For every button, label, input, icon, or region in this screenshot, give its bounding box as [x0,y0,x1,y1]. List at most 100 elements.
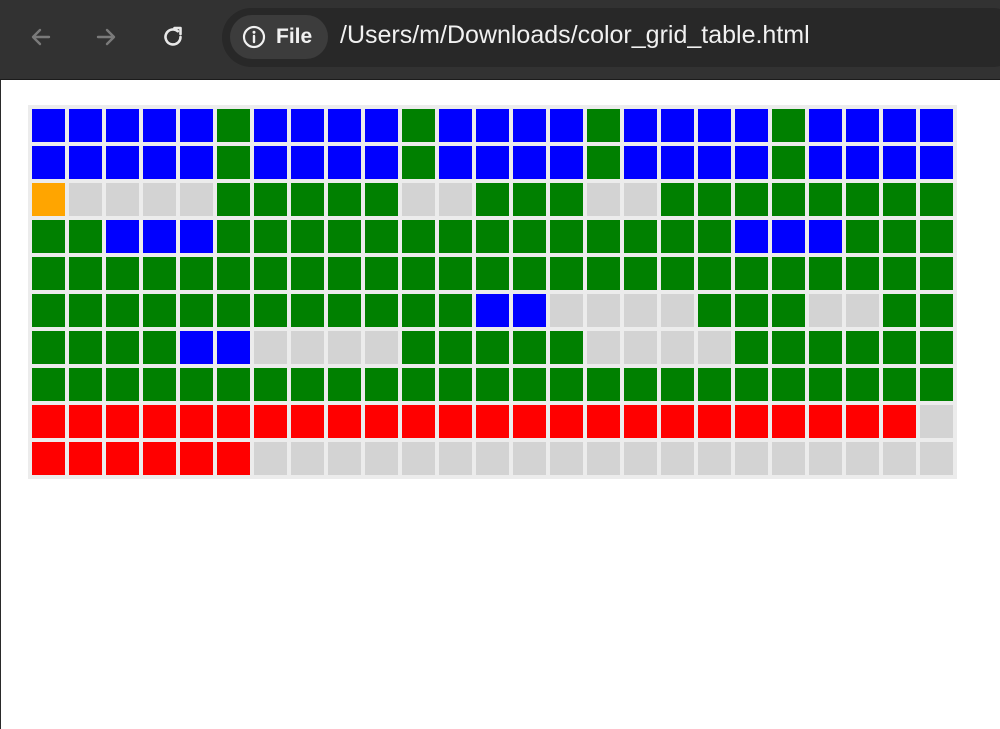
grid-row [32,109,953,142]
grid-cell [254,257,287,290]
grid-cell [661,294,694,327]
grid-cell [661,109,694,142]
grid-cell [846,183,879,216]
grid-cell [883,331,916,364]
grid-cell [846,146,879,179]
grid-cell [254,220,287,253]
grid-cell [254,442,287,475]
grid-cell [254,368,287,401]
grid-cell [439,220,472,253]
grid-cell [402,405,435,438]
grid-cell [291,183,324,216]
grid-cell [772,368,805,401]
grid-cell [920,146,953,179]
grid-cell [439,294,472,327]
grid-cell [106,368,139,401]
grid-cell [402,109,435,142]
grid-cell [217,109,250,142]
grid-cell [32,331,65,364]
grid-cell [513,331,546,364]
grid-cell [883,368,916,401]
grid-cell [883,294,916,327]
grid-cell [513,294,546,327]
grid-cell [476,183,509,216]
grid-cell [698,257,731,290]
grid-cell [624,368,657,401]
grid-cell [772,146,805,179]
grid-cell [69,109,102,142]
grid-cell [513,146,546,179]
grid-cell [550,331,583,364]
grid-cell [809,331,842,364]
grid-cell [328,109,361,142]
grid-cell [624,257,657,290]
grid-cell [180,442,213,475]
grid-cell [69,294,102,327]
grid-cell [661,146,694,179]
grid-cell [69,257,102,290]
grid-cell [735,405,768,438]
grid-cell [476,442,509,475]
reload-button[interactable] [154,18,192,56]
grid-cell [809,368,842,401]
grid-cell [217,183,250,216]
grid-cell [809,109,842,142]
grid-cell [550,109,583,142]
grid-cell [32,109,65,142]
grid-cell [883,146,916,179]
grid-cell [735,220,768,253]
grid-cell [624,220,657,253]
url-text[interactable]: /Users/m/Downloads/color_grid_table.html [340,21,810,50]
grid-cell [735,183,768,216]
grid-cell [254,183,287,216]
grid-cell [735,331,768,364]
forward-button[interactable] [87,18,125,56]
grid-cell [402,183,435,216]
grid-cell [180,257,213,290]
grid-cell [587,183,620,216]
grid-row [32,294,953,327]
grid-cell [365,294,398,327]
grid-cell [809,257,842,290]
grid-cell [846,294,879,327]
grid-cell [846,220,879,253]
grid-cell [106,442,139,475]
info-icon [242,25,266,49]
grid-cell [809,183,842,216]
grid-cell [624,405,657,438]
grid-cell [143,331,176,364]
grid-cell [920,368,953,401]
grid-cell [883,109,916,142]
back-button[interactable] [22,18,60,56]
grid-cell [217,220,250,253]
grid-cell [624,183,657,216]
grid-cell [143,442,176,475]
grid-cell [291,294,324,327]
grid-cell [106,405,139,438]
grid-cell [365,331,398,364]
address-bar[interactable]: File /Users/m/Downloads/color_grid_table… [222,8,1000,67]
grid-row [32,442,953,475]
grid-cell [291,331,324,364]
browser-toolbar: File /Users/m/Downloads/color_grid_table… [0,0,1000,80]
grid-cell [476,294,509,327]
grid-cell [32,294,65,327]
grid-cell [772,331,805,364]
grid-cell [809,220,842,253]
site-info-chip[interactable]: File [230,15,329,59]
grid-cell [661,183,694,216]
grid-cell [143,294,176,327]
grid-cell [439,331,472,364]
grid-cell [328,220,361,253]
grid-cell [587,405,620,438]
arrow-left-icon [31,28,51,46]
grid-cell [772,442,805,475]
grid-cell [291,220,324,253]
grid-cell [365,220,398,253]
grid-cell [698,442,731,475]
grid-cell [846,442,879,475]
grid-cell [587,368,620,401]
grid-cell [624,294,657,327]
grid-cell [32,257,65,290]
grid-cell [772,405,805,438]
